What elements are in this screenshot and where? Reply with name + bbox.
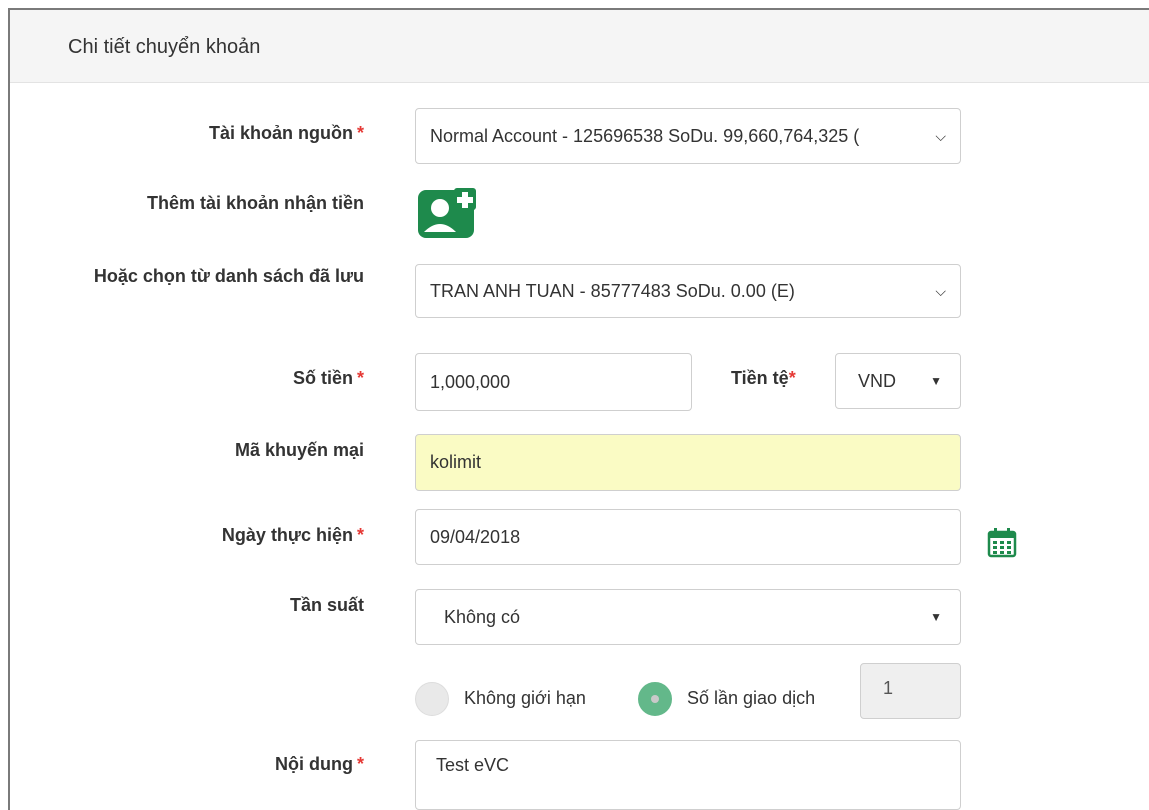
caret-down-icon: ▼ xyxy=(930,610,942,624)
count-label: Số lần giao dịch xyxy=(687,688,816,708)
chevron-down-icon: ⌵ xyxy=(935,282,946,299)
transaction-count-input[interactable]: 1 xyxy=(860,663,961,719)
currency-value: VND xyxy=(858,370,897,391)
currency-select[interactable]: VND ▼ xyxy=(835,353,961,409)
unlimited-radio[interactable] xyxy=(415,682,449,716)
saved-list-label: Hoặc chọn từ danh sách đã lưu xyxy=(93,266,364,286)
promo-input[interactable]: kolimit xyxy=(415,434,961,491)
source-account-value: Normal Account - 125696538 SoDu. 99,660,… xyxy=(430,125,860,146)
source-account-label: Tài khoản nguồn * xyxy=(208,123,364,143)
unlimited-label: Không giới hạn xyxy=(464,688,586,708)
promo-value: kolimit xyxy=(430,452,482,472)
chevron-down-icon: ⌵ xyxy=(935,127,946,144)
saved-list-select[interactable]: TRAN ANH TUAN - 85777483 SoDu. 0.00 (E) … xyxy=(415,264,961,318)
add-recipient-label: Thêm tài khoản nhận tiền xyxy=(146,193,364,213)
promo-label: Mã khuyến mại xyxy=(234,440,364,460)
content-textarea[interactable]: Test eVC xyxy=(415,740,961,810)
currency-label: Tiền tệ* xyxy=(731,368,796,388)
amount-input[interactable]: 1,000,000 xyxy=(415,353,692,411)
frequency-label: Tần suất xyxy=(289,595,364,615)
content-value: Test eVC xyxy=(436,755,510,775)
panel-title: Chi tiết chuyển khoản xyxy=(68,36,261,58)
source-account-select[interactable]: Normal Account - 125696538 SoDu. 99,660,… xyxy=(415,108,961,164)
transaction-count-value: 1 xyxy=(883,678,894,698)
frequency-select[interactable]: Không có ▼ xyxy=(415,589,961,645)
calendar-icon[interactable] xyxy=(986,526,1018,558)
amount-label: Số tiền * xyxy=(292,368,364,388)
frequency-value: Không có xyxy=(444,606,521,627)
saved-list-value: TRAN ANH TUAN - 85777483 SoDu. 0.00 (E) xyxy=(430,280,795,301)
count-radio[interactable] xyxy=(638,682,672,716)
add-user-icon[interactable] xyxy=(418,188,476,238)
content-label: Nội dung * xyxy=(275,754,364,774)
date-value: 09/04/2018 xyxy=(430,526,521,547)
caret-down-icon: ▼ xyxy=(930,374,942,388)
date-input[interactable]: 09/04/2018 xyxy=(415,509,961,565)
date-label: Ngày thực hiện * xyxy=(221,525,364,545)
amount-value: 1,000,000 xyxy=(430,371,511,392)
